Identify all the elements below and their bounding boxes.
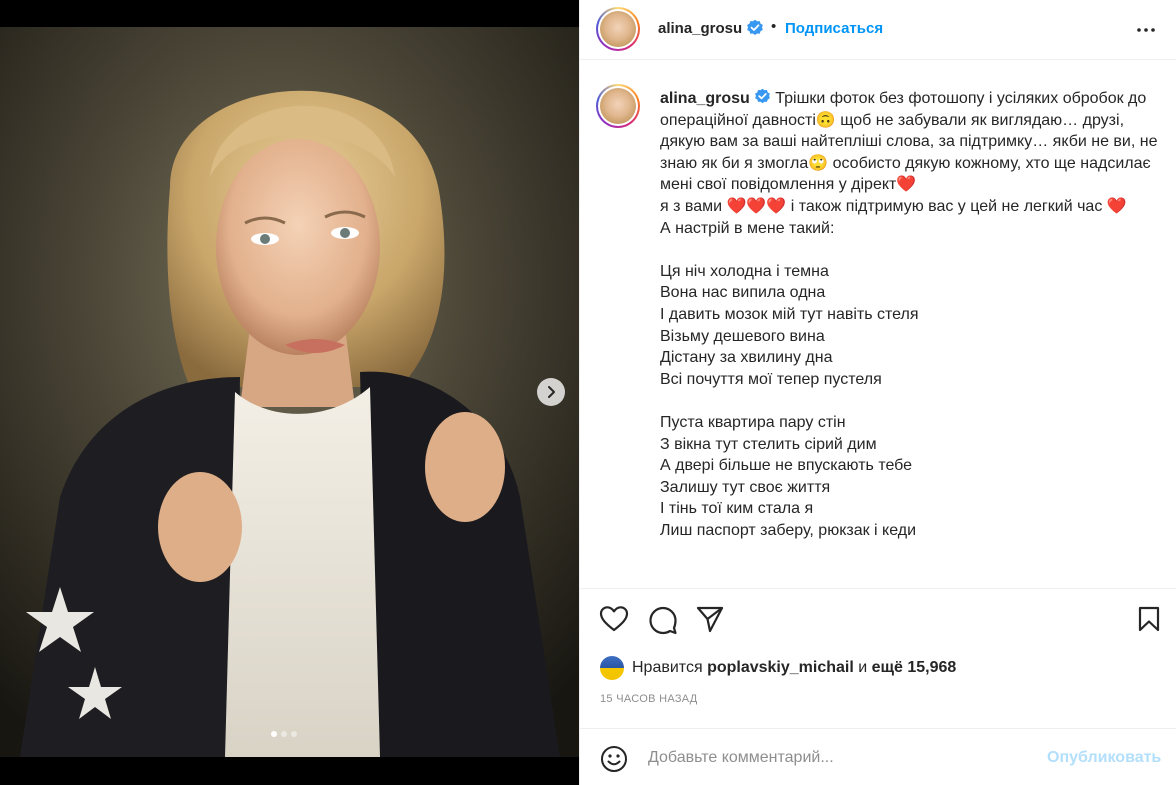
likes-text: Нравится poplavskiy_michail и ещё 15,968 (632, 659, 956, 677)
comment-form: Опубликовать (580, 728, 1176, 785)
chevron-right-icon (548, 386, 555, 398)
paper-plane-icon (696, 606, 724, 633)
post-actions: Нравится poplavskiy_michail и ещё 15,968… (580, 588, 1176, 728)
carousel-dot (281, 731, 287, 737)
header-separator: • (771, 18, 777, 35)
caption-verified-badge-icon (750, 88, 771, 107)
caption-author-avatar[interactable] (596, 84, 640, 128)
likes-conjunction: и (858, 659, 868, 676)
verified-badge-icon (746, 19, 764, 42)
follow-button[interactable]: Подписаться (785, 20, 883, 37)
comment-icon (649, 606, 677, 635)
author-avatar[interactable] (596, 7, 640, 51)
ellipsis-icon (1137, 28, 1155, 32)
liker-username[interactable]: poplavskiy_michail (707, 659, 854, 676)
carousel-dot (271, 731, 277, 737)
emoji-button[interactable] (600, 745, 628, 778)
caption-text: Трішки фоток без фотошопу і усіляких обр… (660, 90, 1158, 539)
publish-button[interactable]: Опубликовать (1047, 749, 1161, 767)
carousel-dot (291, 731, 297, 737)
carousel-next-button[interactable] (537, 378, 565, 406)
comments-section: alina_grosu Трішки фоток без фотошопу і … (580, 61, 1176, 587)
liker-avatar[interactable] (600, 656, 624, 680)
save-button[interactable] (1137, 605, 1161, 638)
likes-prefix: Нравится (632, 659, 703, 676)
comment-input[interactable] (646, 745, 1040, 771)
author-username[interactable]: alina_grosu (658, 20, 742, 37)
post-sidebar: alina_grosu • Подписаться alina_grosu Тр… (579, 0, 1176, 785)
like-button[interactable] (599, 605, 629, 638)
likes-summary: Нравится poplavskiy_michail и ещё 15,968 (600, 656, 956, 680)
post-caption: alina_grosu Трішки фоток без фотошопу і … (660, 88, 1160, 541)
post-header: alina_grosu • Подписаться (580, 0, 1176, 60)
caption-username[interactable]: alina_grosu (660, 90, 750, 107)
post-timestamp[interactable]: 15 ЧАСОВ НАЗАД (600, 693, 698, 705)
post-photo[interactable] (0, 27, 579, 757)
share-button[interactable] (695, 605, 725, 638)
post-media-panel (0, 0, 579, 785)
heart-icon (599, 606, 629, 632)
more-options-button[interactable] (1136, 22, 1156, 43)
likes-count-link[interactable]: ещё 15,968 (872, 659, 957, 676)
smiley-icon (601, 746, 627, 772)
carousel-indicator (271, 731, 297, 737)
comment-button[interactable] (648, 605, 678, 640)
bookmark-icon (1138, 606, 1160, 632)
portrait-illustration (0, 27, 579, 757)
